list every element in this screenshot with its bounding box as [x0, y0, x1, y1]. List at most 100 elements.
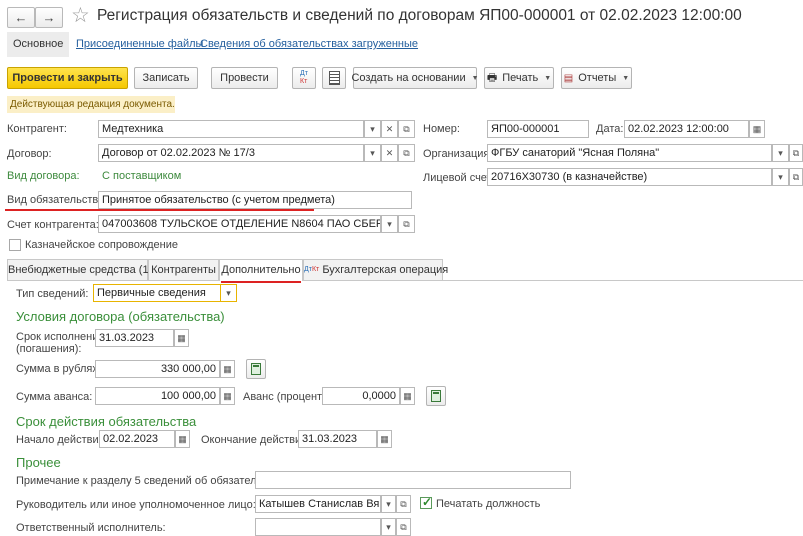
note-label: Примечание к разделу 5 сведений об обяза… — [16, 475, 288, 487]
organization-label: Организация: — [423, 148, 493, 160]
info-type-label: Тип сведений: — [16, 288, 89, 300]
dropdown-button[interactable]: ▾ — [772, 144, 789, 162]
open-icon: ⧉ — [792, 148, 800, 158]
chevron-down-icon: ▾ — [386, 499, 391, 509]
chevron-down-icon: ▾ — [370, 148, 375, 158]
create-based-on-button[interactable]: Создать на основании ▼ — [351, 67, 479, 89]
advance-label: Сумма аванса: — [16, 391, 93, 403]
dropdown-button[interactable]: ▾ — [364, 144, 381, 162]
treasury-label: Казначейское сопровождение — [25, 239, 178, 251]
nav-loaded-info[interactable]: Сведения об обязательствах загруженные — [200, 32, 418, 57]
dropdown-button[interactable]: ▾ — [381, 518, 396, 536]
post-button[interactable]: Провести — [211, 67, 278, 89]
due-date-label: Срок исполнения (погашения): — [16, 331, 105, 355]
tab-extrabudget[interactable]: Внебюджетные средства (1) — [7, 259, 152, 280]
clear-button[interactable]: ✕ — [381, 120, 398, 138]
forward-button[interactable]: → — [35, 7, 63, 28]
calendar-icon: ▦ — [177, 333, 186, 343]
tab-accounting-operation[interactable]: ДтКт Бухгалтерская операция — [303, 259, 448, 280]
account-field[interactable]: 047003608 ТУЛЬСКОЕ ОТДЕЛЕНИЕ N8604 ПАО С… — [98, 215, 381, 233]
organization-field[interactable]: ФГБУ санаторий "Ясная Поляна" — [487, 144, 772, 162]
open-button[interactable]: ⧉ — [396, 495, 411, 513]
star-icon[interactable]: ☆ — [71, 3, 90, 28]
amount-field[interactable]: 330 000,00 — [95, 360, 220, 378]
head-field[interactable]: Катышев Станислав Вячес — [255, 495, 381, 513]
dt-kt-button[interactable]: Дт Кт — [292, 67, 316, 89]
start-date-label: Начало действия: — [16, 434, 108, 446]
print-position-label: Печатать должность — [436, 498, 541, 510]
chevron-down-icon: ▾ — [778, 172, 783, 182]
calendar-button[interactable]: ▦ — [749, 120, 765, 138]
obligation-type-label: Вид обязательства: — [7, 194, 108, 206]
chevron-down-icon: ▾ — [370, 124, 375, 134]
page-title: Регистрация обязательств и сведений по д… — [97, 7, 742, 24]
calendar-icon: ▦ — [380, 434, 389, 444]
dropdown-button[interactable]: ▾ — [364, 120, 381, 138]
dropdown-button[interactable]: ▾ — [220, 284, 237, 302]
calendar-button[interactable]: ▦ — [175, 430, 190, 448]
dropdown-button[interactable]: ▾ — [381, 495, 396, 513]
date-field[interactable]: 02.02.2023 12:00:00 — [624, 120, 749, 138]
counterparty-label: Контрагент: — [7, 123, 67, 135]
print-position-checkbox[interactable] — [420, 495, 432, 509]
open-button[interactable]: ⧉ — [398, 215, 415, 233]
calculator-icon: ▦ — [223, 364, 232, 374]
dt-kt-icon: ДтКт — [304, 266, 320, 273]
calendar-button[interactable]: ▦ — [377, 430, 392, 448]
open-icon: ⧉ — [400, 522, 407, 532]
contract-field[interactable]: Договор от 02.02.2023 № 17/3 — [98, 144, 364, 162]
back-button[interactable]: ← — [7, 7, 35, 28]
obligation-type-field[interactable]: Принятое обязательство (с учетом предмет… — [98, 191, 412, 209]
calculator-button[interactable]: ▦ — [220, 360, 235, 378]
number-field[interactable]: ЯП00-000001 — [487, 120, 589, 138]
personal-account-field[interactable]: 20716Х30730 (в казначействе) — [487, 168, 772, 186]
calculator-button[interactable]: ▦ — [400, 387, 415, 405]
open-button[interactable]: ⧉ — [396, 518, 411, 536]
print-button[interactable]: 🖶 Печать ▼ — [484, 67, 554, 89]
end-date-field[interactable]: 31.03.2023 — [298, 430, 377, 448]
dropdown-button[interactable]: ▾ — [772, 168, 789, 186]
nav-main[interactable]: Основное — [7, 32, 70, 57]
calculator-button[interactable]: ▦ — [220, 387, 235, 405]
dropdown-button[interactable]: ▾ — [381, 215, 398, 233]
open-button[interactable]: ⧉ — [789, 168, 803, 186]
due-date-field[interactable]: 31.03.2023 — [95, 329, 174, 347]
tab-additional[interactable]: Дополнительно — [219, 259, 303, 281]
list-icon — [328, 71, 340, 85]
printer-icon: 🖶 — [486, 71, 498, 84]
chevron-down-icon: ▾ — [387, 219, 392, 229]
calculator-icon: ▦ — [403, 391, 412, 401]
calendar-button[interactable]: ▦ — [174, 329, 189, 347]
treasury-checkbox[interactable] — [9, 239, 21, 251]
section-obligation-period: Срок действия обязательства — [16, 414, 197, 429]
open-button[interactable]: ⧉ — [398, 144, 415, 162]
advance-percent-field[interactable]: 0,0000 — [322, 387, 400, 405]
counterparty-field[interactable]: Медтехника — [98, 120, 364, 138]
info-type-field[interactable]: Первичные сведения — [93, 284, 221, 302]
clear-button[interactable]: ✕ — [381, 144, 398, 162]
open-button[interactable]: ⧉ — [398, 120, 415, 138]
note-field[interactable] — [255, 471, 571, 489]
reports-button[interactable]: ▤ Отчеты ▼ — [561, 67, 632, 89]
close-icon: ✕ — [385, 124, 394, 134]
contract-type-label: Вид договора: — [7, 170, 80, 182]
end-date-label: Окончание действия: — [201, 434, 311, 446]
arrow-left-icon: ← — [14, 10, 28, 25]
dt-kt-icon: ДтКт — [300, 70, 308, 85]
start-date-field[interactable]: 02.02.2023 — [99, 430, 175, 448]
personal-account-label: Лицевой счет: — [423, 172, 495, 184]
chevron-down-icon: ▾ — [226, 288, 231, 298]
tab-counterparties[interactable]: Контрагенты — [148, 259, 219, 280]
account-label: Счет контрагента: — [7, 219, 99, 231]
executor-field[interactable] — [255, 518, 381, 536]
calculator-tool-button[interactable] — [246, 359, 266, 379]
calculator-tool-button[interactable] — [426, 386, 446, 406]
advance-field[interactable]: 100 000,00 — [95, 387, 220, 405]
section-contract-conditions: Условия договора (обязательства) — [16, 309, 225, 324]
save-button[interactable]: Записать — [134, 67, 198, 89]
section-other: Прочее — [16, 455, 61, 470]
open-button[interactable]: ⧉ — [789, 144, 803, 162]
nav-attached-files[interactable]: Присоединенные файлы — [76, 32, 203, 57]
journal-button[interactable] — [322, 67, 346, 89]
post-and-close-button[interactable]: Провести и закрыть — [7, 67, 128, 89]
